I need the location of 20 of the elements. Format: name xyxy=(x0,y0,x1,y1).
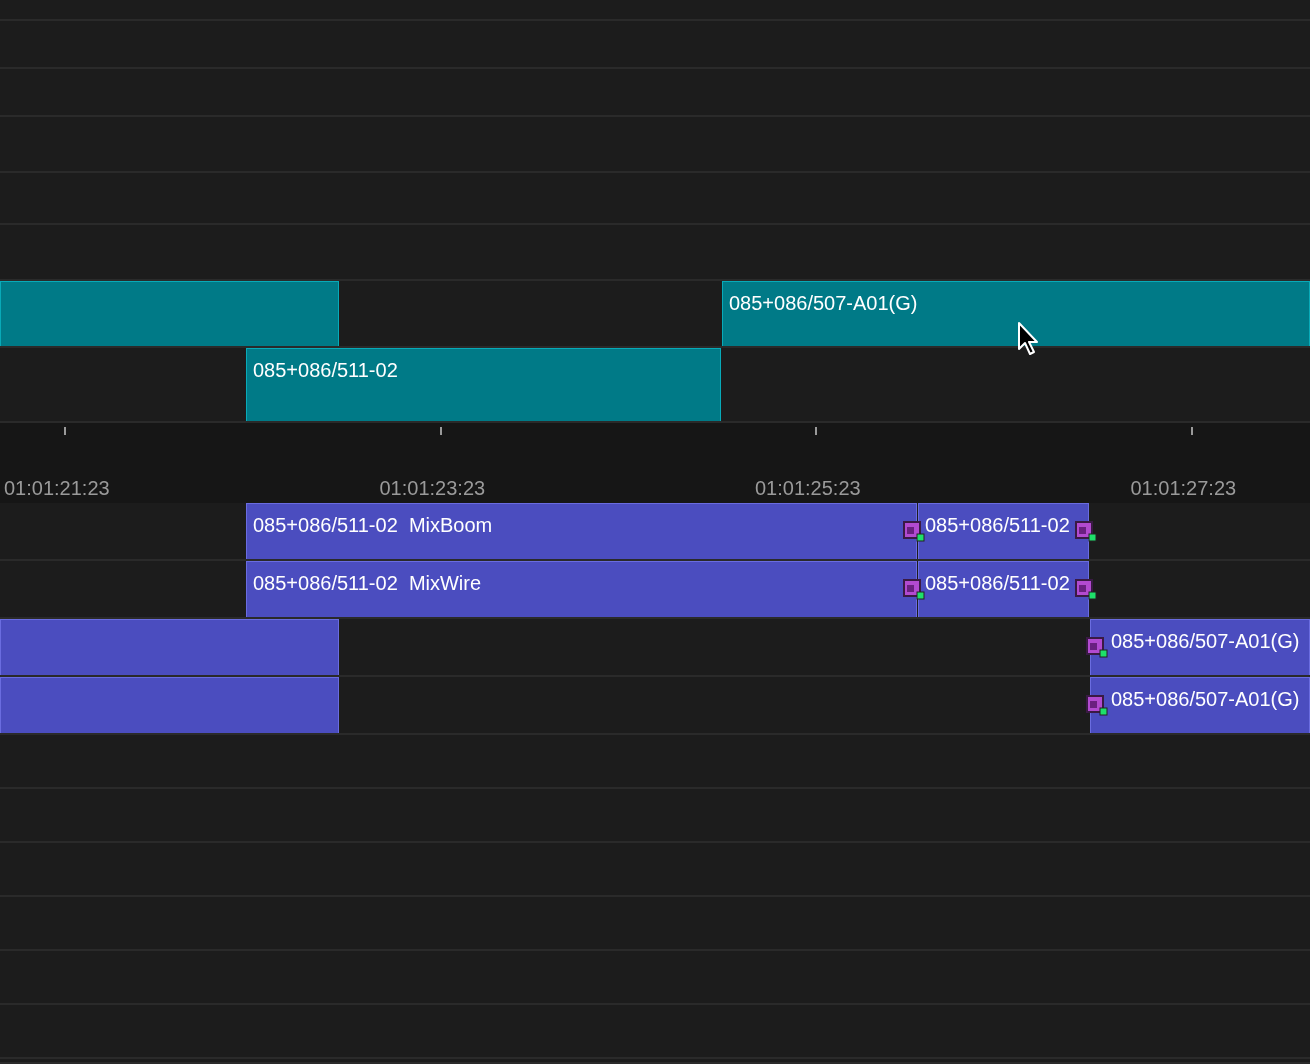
audio-clip[interactable] xyxy=(0,677,339,733)
mouse-cursor-icon xyxy=(1017,321,1041,357)
audio-clip[interactable]: 085+086/507-A01(G) xyxy=(1090,677,1310,733)
audio-clip[interactable]: 085+086/511-02 MixBoom xyxy=(246,503,917,559)
video-clip[interactable] xyxy=(0,281,339,346)
timecode-label: 01:01:21:23 xyxy=(4,477,110,500)
ruler-tick xyxy=(64,427,66,435)
audio-clip[interactable]: 085+086/507-A01(G) xyxy=(1090,619,1310,675)
audio-clip[interactable] xyxy=(0,619,339,675)
audio-clip[interactable]: 085+086/511-02 MixWire xyxy=(246,561,917,617)
audio-clip[interactable]: 085+086/511-02 xyxy=(918,503,1089,559)
video-clip[interactable]: 085+086/507-A01(G) xyxy=(722,281,1310,346)
timecode-label: 01:01:25:23 xyxy=(755,477,861,500)
ruler-tick xyxy=(815,427,817,435)
audio-clip[interactable]: 085+086/511-02 xyxy=(918,561,1089,617)
ruler-tick xyxy=(439,427,442,435)
ruler-tick xyxy=(1190,427,1193,435)
video-clip[interactable]: 085+086/511-02 xyxy=(246,348,721,421)
timecode-label: 01:01:23:23 xyxy=(379,477,486,500)
timecode-label: 01:01:27:23 xyxy=(1130,477,1237,500)
